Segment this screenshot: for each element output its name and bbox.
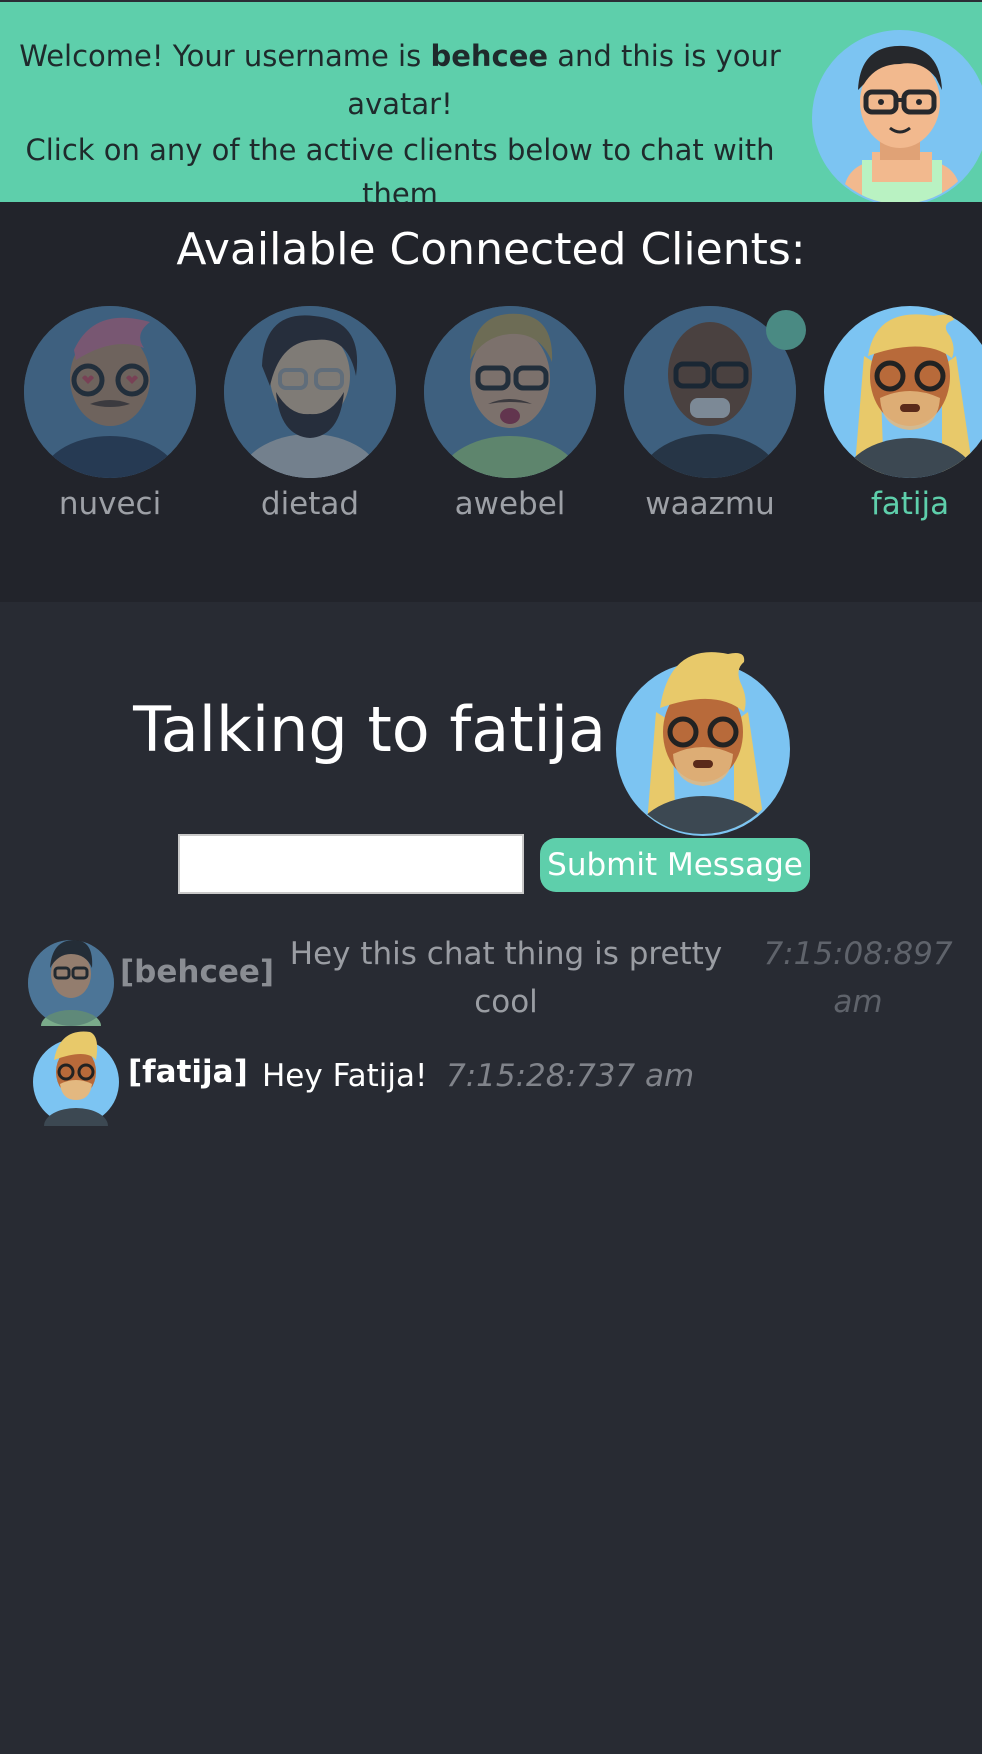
client-name: dietad: [260, 486, 360, 522]
user-avatar: [812, 30, 982, 202]
chat-title: Talking to fatija: [133, 693, 606, 766]
message-avatar: [28, 940, 114, 1026]
clients-title: Available Connected Clients:: [176, 224, 806, 275]
chat-message: [behcee] Hey this chat thing is pretty c…: [0, 930, 982, 1030]
message-input[interactable]: [178, 834, 524, 894]
welcome-message: Welcome! Your username is behcee and thi…: [0, 32, 800, 202]
welcome-prefix: Welcome! Your username is: [19, 39, 431, 73]
clients-panel: Available Connected Clients: nuveci diet…: [0, 202, 982, 602]
username: behcee: [430, 39, 549, 73]
message-time: 7:15:28:737 am: [446, 1058, 695, 1094]
client-fatija[interactable]: fatija: [810, 306, 982, 546]
message-time: 7:15:08:897 am: [763, 936, 953, 1020]
nuveci-avatar: [24, 306, 196, 478]
dietad-avatar: [224, 306, 396, 478]
submit-message-button[interactable]: Submit Message: [540, 838, 810, 892]
message-text: Hey Fatija!: [262, 1058, 428, 1094]
client-awebel[interactable]: awebel: [410, 306, 610, 546]
client-name: nuveci: [58, 486, 162, 522]
client-name: fatija: [870, 486, 950, 522]
message-text: Hey this chat thing is pretty cool: [289, 936, 723, 1020]
online-indicator: [766, 310, 806, 350]
awebel-avatar: [424, 306, 596, 478]
client-nuveci[interactable]: nuveci: [10, 306, 210, 546]
client-name: awebel: [454, 486, 566, 522]
welcome-banner: Welcome! Your username is behcee and thi…: [0, 0, 982, 202]
instructions-text: Click on any of the active clients below…: [25, 133, 775, 202]
chat-partner-avatar: [616, 652, 790, 836]
chat-message: [fatija] Hey Fatija! 7:15:28:737 am: [0, 1030, 982, 1130]
client-name: waazmu: [645, 486, 775, 522]
message-sender: [behcee]: [120, 954, 275, 990]
fatija-avatar: [824, 306, 982, 478]
message-sender: [fatija]: [128, 1054, 248, 1090]
client-dietad[interactable]: dietad: [210, 306, 410, 546]
message-avatar: [33, 1031, 119, 1126]
